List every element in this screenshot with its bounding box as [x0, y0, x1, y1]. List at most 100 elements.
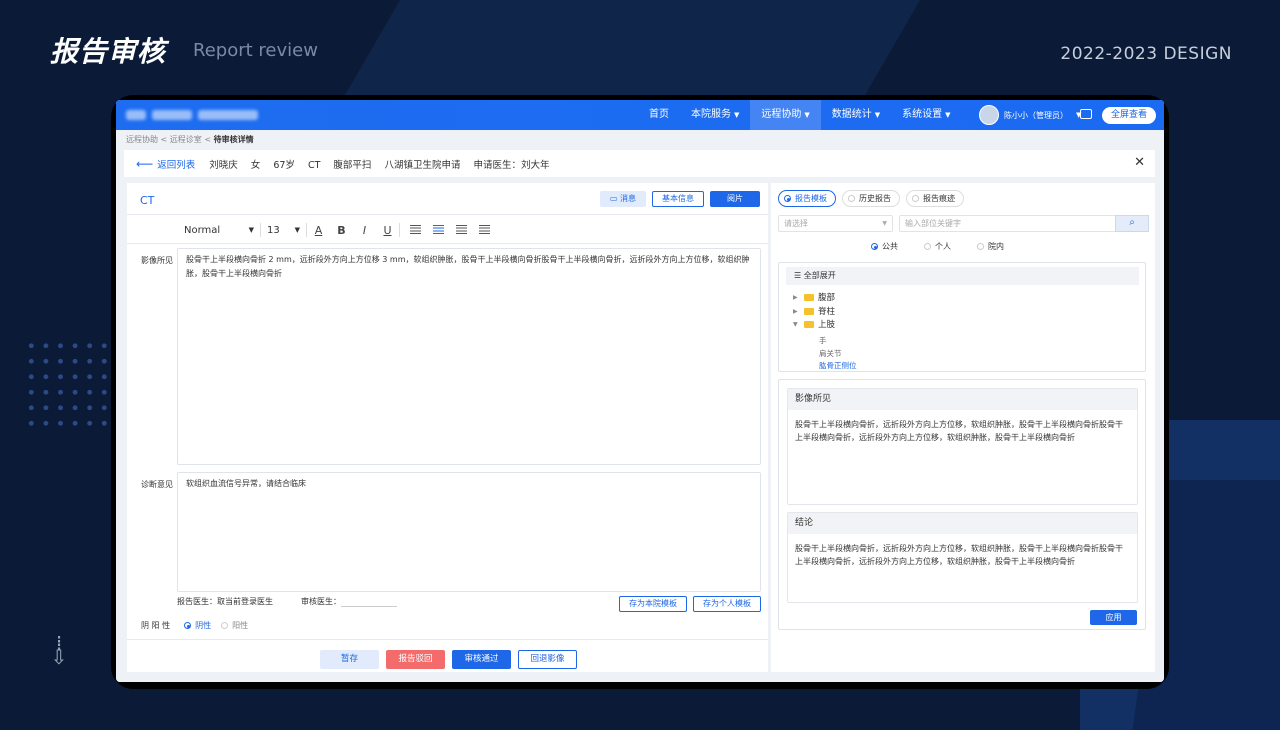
caret-down-icon: ▼ [882, 220, 887, 227]
expand-all-button[interactable]: ☰ 全部展开 [786, 267, 1139, 285]
font-size-value: 13 [267, 224, 280, 236]
review-doctor-field[interactable] [341, 599, 397, 607]
close-icon[interactable]: ✕ [1134, 155, 1145, 170]
tab-label: 报告痕迹 [923, 194, 955, 203]
back-image-button[interactable]: 回退影像 [518, 650, 577, 669]
nav-statistics[interactable]: 数据统计 ▼ [821, 100, 891, 130]
radio-checked-icon [871, 243, 878, 250]
radio-icon [924, 243, 931, 250]
radio-icon [848, 195, 855, 202]
chevron-down-icon: ▼ [804, 111, 810, 119]
nav-hospital-service[interactable]: 本院服务 ▼ [680, 100, 750, 130]
nav-home[interactable]: 首页 [638, 100, 680, 130]
temp-save-button[interactable]: 暂存 [320, 650, 379, 669]
reject-report-button[interactable]: 报告驳回 [386, 650, 445, 669]
patient-hospital: 八湖镇卫生院申请 [384, 159, 461, 171]
findings-label: 影像所见 [141, 256, 173, 265]
chevron-down-icon: ▼ [945, 111, 951, 119]
tab-report-template[interactable]: 报告模板 [778, 190, 836, 207]
expand-icon: ☰ [794, 271, 804, 280]
nav-label: 远程协助 [761, 109, 802, 120]
approve-button[interactable]: 审核通过 [452, 650, 511, 669]
tree-node-abdomen[interactable]: ▶ 腹部 [793, 291, 835, 303]
keyword-search-input[interactable]: 输入部位关键字 ⌕ [899, 215, 1149, 232]
back-to-list-link[interactable]: ⟵ 返回列表 [136, 157, 195, 171]
patient-age: 67岁 [273, 159, 295, 171]
positive-radio[interactable]: 阳性 [221, 620, 248, 631]
nav-label: 首页 [649, 109, 669, 120]
divider [399, 223, 400, 237]
tree-leaf-humerus[interactable]: 肱骨正侧位 [819, 360, 857, 371]
style-value: Normal [184, 224, 221, 236]
align-right-icon[interactable] [450, 224, 473, 237]
back-label: 返回列表 [157, 159, 196, 171]
align-center-icon[interactable] [427, 224, 450, 237]
folder-icon [804, 293, 814, 301]
filter-row: 请选择 ▼ 输入部位关键字 ⌕ [778, 215, 1149, 232]
findings-textarea[interactable]: 股骨干上半段横向骨折 2 mm，远折段外方向上方位移 3 mm，软组织肿胀，股骨… [177, 248, 761, 465]
radio-label: 公共 [882, 242, 898, 251]
expand-label: 全部展开 [803, 271, 836, 280]
message-icon[interactable] [1080, 109, 1092, 119]
style-select[interactable]: Normal ▼ [178, 225, 260, 236]
select-placeholder: 请选择 [784, 219, 808, 228]
modality-title: CT [140, 194, 155, 207]
breadcrumb-current: 待审核详情 [213, 135, 254, 144]
doctor-info: 报告医生：取当前登录医生 审核医生： [177, 596, 397, 607]
nav-remote-assist[interactable]: 远程协助 ▼ [750, 100, 821, 130]
tree-leaf-hand[interactable]: 手 [819, 335, 827, 346]
align-justify-icon[interactable] [473, 224, 496, 237]
tab-report-trace[interactable]: 报告痕迹 [906, 190, 964, 207]
negative-radio[interactable]: 阴性 [184, 620, 211, 631]
apply-button[interactable]: 应用 [1090, 610, 1137, 625]
conclusion-card: 结论 股骨干上半段横向骨折，远折段外方向上方位移，软组织肿胀，股骨干上半段横向骨… [787, 512, 1138, 603]
scope-personal-radio[interactable]: 个人 [924, 241, 951, 252]
nav-label: 本院服务 [691, 109, 731, 120]
nav-settings[interactable]: 系统设置 ▼ [891, 100, 961, 130]
template-save-buttons: 存为本院模板 存为个人模板 [619, 596, 761, 612]
result-label: 阴 阳 性 [141, 621, 171, 630]
text-color-icon[interactable]: A [307, 224, 330, 237]
blurred-logo [126, 107, 266, 123]
fullscreen-button[interactable]: 全屏查看 [1102, 107, 1156, 124]
scroll-down-arrow-icon: ⁞ ⇩ [50, 631, 68, 669]
scope-hospital-radio[interactable]: 院内 [977, 241, 1004, 252]
font-size-select[interactable]: 13 ▼ [261, 225, 306, 236]
bold-icon[interactable]: B [330, 224, 353, 237]
save-hospital-template-button[interactable]: 存为本院模板 [619, 596, 687, 612]
search-placeholder: 输入部位关键字 [905, 219, 961, 228]
breadcrumb: 远程协助 < 远程诊室 < 待审核详情 [126, 134, 254, 145]
breadcrumb-path[interactable]: 远程协助 < 远程诊室 < [126, 135, 214, 144]
user-name: 陈小小（管理员） [1004, 110, 1068, 120]
tree-node-upper-limb[interactable]: ▼ 上肢 [793, 318, 835, 330]
italic-icon[interactable]: I [353, 224, 376, 237]
tab-label: 报告模板 [795, 194, 827, 203]
template-preview: 影像所见 股骨干上半段横向骨折，远折段外方向上方位移，软组织肿胀，股骨干上半段横… [778, 379, 1146, 630]
avatar [979, 105, 999, 125]
main-nav: 首页 本院服务 ▼ 远程协助 ▼ 数据统计 ▼ 系统设置 ▼ [638, 100, 962, 130]
patient-modality: CT [307, 159, 321, 171]
user-menu[interactable]: 陈小小（管理员） ▼ [979, 105, 1081, 125]
underline-icon[interactable]: U [376, 224, 399, 237]
main-content: 远程协助 < 远程诊室 < 待审核详情 ⟵ 返回列表 刘晓庆 女 67岁 CT 腹… [116, 130, 1164, 682]
tree-label: 腹部 [818, 293, 836, 303]
category-select[interactable]: 请选择 ▼ [778, 215, 893, 232]
button-label: 消息 [620, 194, 636, 203]
divider [127, 243, 768, 244]
tree-label: 上肢 [818, 320, 836, 330]
tab-label: 历史报告 [859, 194, 891, 203]
save-personal-template-button[interactable]: 存为个人模板 [693, 596, 761, 612]
patient-exam: 腹部平扫 [333, 159, 372, 171]
tree-leaf-shoulder[interactable]: 肩关节 [819, 348, 842, 359]
conclusion-card-title: 结论 [788, 513, 1137, 534]
tab-history-report[interactable]: 历史报告 [842, 190, 900, 207]
basic-info-button[interactable]: 基本信息 [652, 191, 704, 207]
diagnosis-textarea[interactable]: 软组织血流信号异常，请结合临床 [177, 472, 761, 592]
search-icon[interactable]: ⌕ [1115, 215, 1149, 232]
message-button[interactable]: ▭ 消息 [599, 191, 646, 207]
align-left-icon[interactable] [404, 224, 427, 237]
read-film-button[interactable]: 阅片 [710, 191, 760, 207]
tree-node-spine[interactable]: ▶ 脊柱 [793, 305, 835, 317]
patient-info-bar: ⟵ 返回列表 刘晓庆 女 67岁 CT 腹部平扫 八湖镇卫生院申请 申请医生：刘大… [124, 150, 1155, 177]
scope-public-radio[interactable]: 公共 [871, 241, 898, 252]
